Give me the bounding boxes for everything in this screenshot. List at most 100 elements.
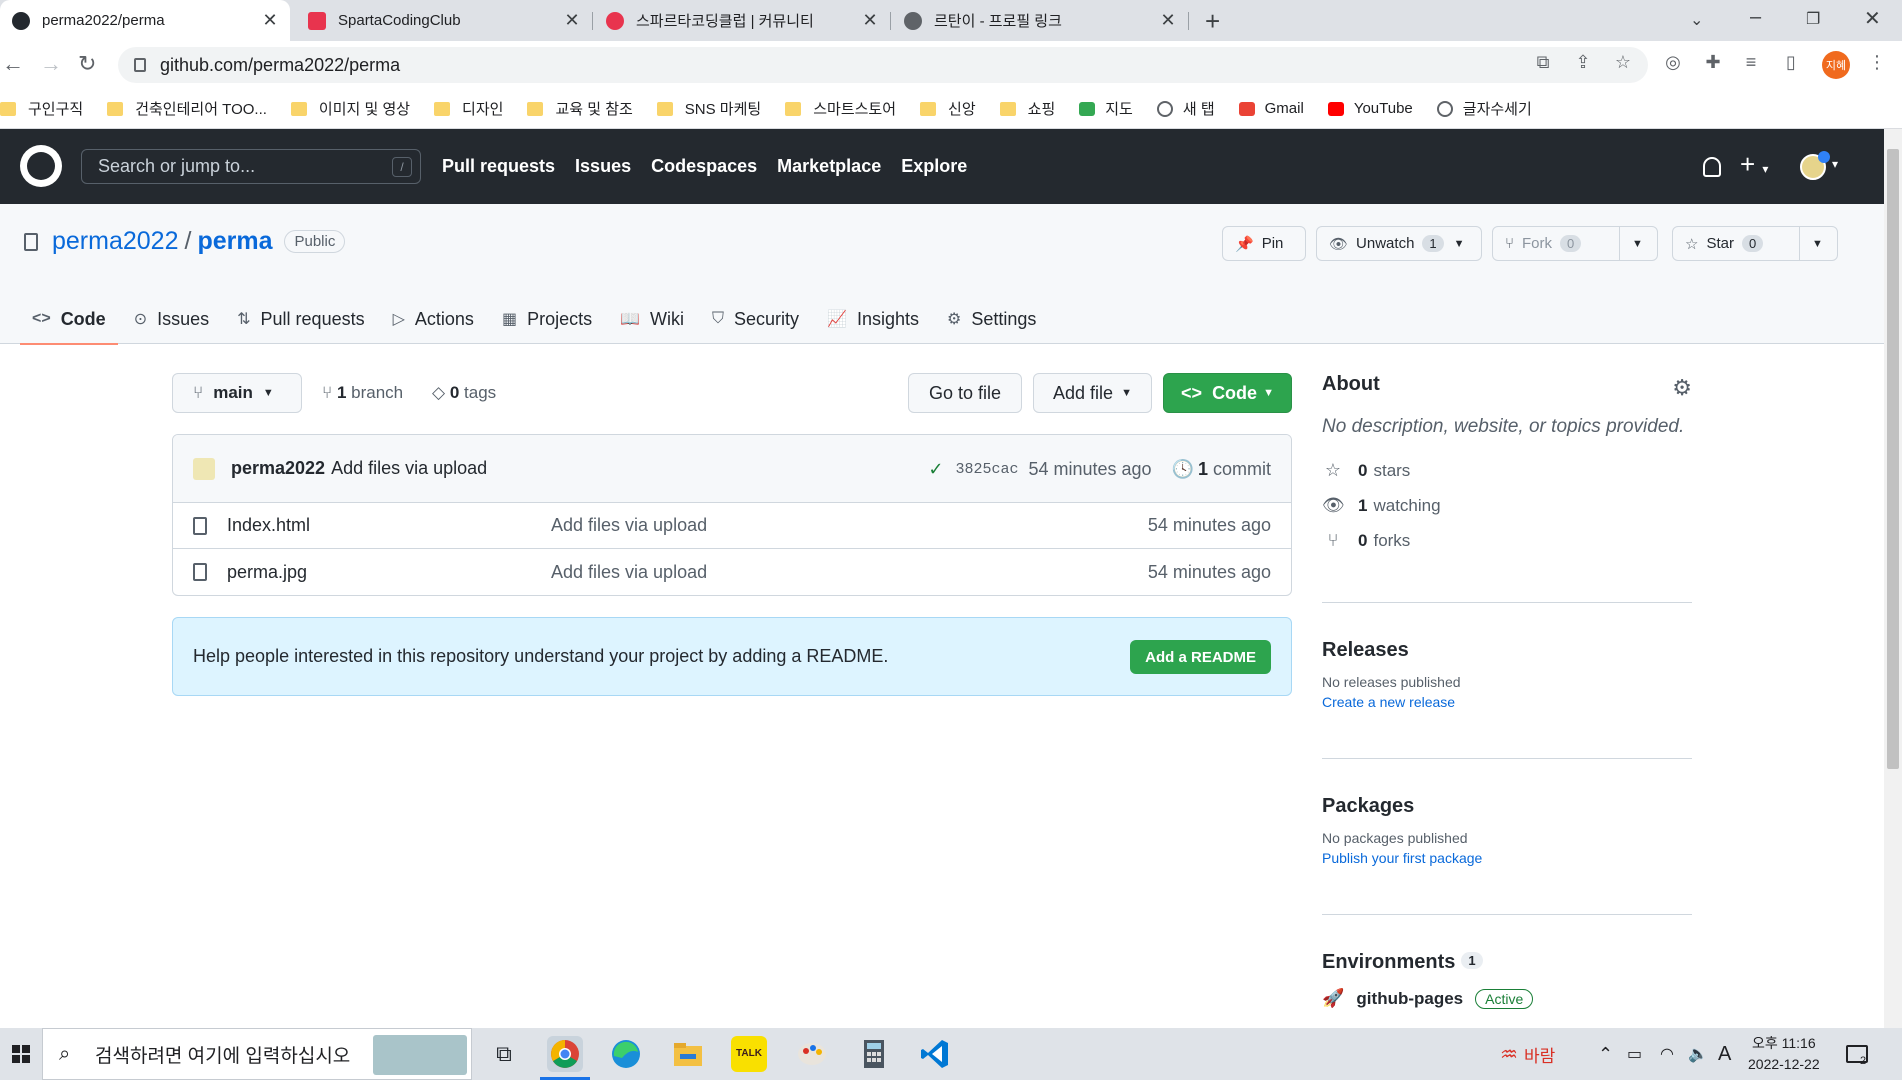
wifi-icon[interactable]: ◠ [1660,1028,1674,1080]
address-bar[interactable]: github.com/perma2022/perma [118,47,1648,83]
bookmark-item[interactable]: 글자수세기 [1436,98,1532,119]
window-close-icon[interactable]: ✕ [1864,6,1881,31]
forks-link[interactable]: ⑂ 0 forks [1322,530,1692,551]
notifications-bell-icon[interactable] [1703,157,1721,177]
branches-link[interactable]: ⑂ 1 branch [322,383,403,403]
add-file-button[interactable]: Add file ▼ [1033,373,1152,413]
commit-sha[interactable]: 3825cac [955,461,1018,478]
commit-message[interactable]: Add files via upload [331,458,487,479]
new-tab-icon[interactable]: + [1205,6,1220,37]
publish-package-link[interactable]: Publish your first package [1322,850,1482,866]
chrome-taskbar-icon[interactable] [547,1036,583,1072]
repo-name-link[interactable]: perma [197,227,272,256]
file-name-link[interactable]: Index.html [227,515,551,536]
browser-tab-github[interactable]: perma2022/perma ✕ [0,0,290,41]
bookmark-star-icon[interactable]: ☆ [1612,52,1634,74]
page-scrollbar[interactable] [1884,129,1902,1028]
file-commit-message[interactable]: Add files via upload [551,562,707,583]
fork-dropdown-caret-icon[interactable]: ▼ [1619,227,1655,260]
battery-icon[interactable]: ▭ [1627,1028,1642,1080]
fork-button[interactable]: ⑂ Fork 0 [1493,227,1619,260]
bookmark-item[interactable]: 교육 및 참조 [527,98,633,119]
clock[interactable]: 오후 11:16 2022-12-22 [1748,1033,1820,1075]
about-settings-gear-icon[interactable]: ⚙ [1672,375,1692,401]
tab-wiki[interactable]: 📖 Wiki [608,294,696,344]
file-commit-message[interactable]: Add files via upload [551,515,707,536]
go-to-file-button[interactable]: Go to file [908,373,1022,413]
avatar-caret-icon[interactable]: ▾ [1832,157,1838,171]
branch-selector[interactable]: ⑂ main ▼ [172,373,302,413]
close-tab-icon[interactable]: ✕ [262,10,278,31]
profile-avatar[interactable]: 지혜 [1822,51,1850,79]
tab-actions[interactable]: ▷ Actions [381,294,486,344]
create-new-plus-icon[interactable]: + ▾ [1740,149,1768,180]
restore-icon[interactable]: ❐ [1806,9,1820,29]
commit-author[interactable]: perma2022 [231,458,325,479]
watching-link[interactable]: 👁 1 watching [1322,495,1692,516]
close-tab-icon[interactable]: ✕ [564,10,580,31]
nav-pull-requests[interactable]: Pull requests [442,156,555,177]
share-icon[interactable]: ⇪ [1572,52,1594,74]
bookmark-item[interactable]: 구인구직 [0,98,83,119]
stars-link[interactable]: ☆ 0 stars [1322,460,1692,481]
nav-marketplace[interactable]: Marketplace [777,156,881,177]
commit-count[interactable]: 1 [1198,459,1208,480]
watch-button[interactable]: 👁 Unwatch 1 ▼ [1316,226,1482,261]
check-icon[interactable]: ✓ [928,459,943,480]
vscode-taskbar-icon[interactable] [917,1036,953,1072]
minimize-icon[interactable]: – [1750,6,1761,29]
windows-start-icon[interactable] [0,1028,42,1080]
weather-widget[interactable]: ♒ 바람 [1500,1028,1555,1080]
taskbar-search-input[interactable]: ⌕ 검색하려면 여기에 입력하십시오 [42,1028,472,1080]
star-button[interactable]: ☆ Star 0 [1673,227,1799,260]
lock-icon[interactable] [134,58,146,72]
bookmark-item[interactable]: Gmail [1238,100,1304,117]
tab-issues[interactable]: ⊙ Issues [122,294,221,344]
commit-count-word[interactable]: commit [1213,459,1271,480]
close-tab-icon[interactable]: ✕ [1160,10,1176,31]
nav-issues[interactable]: Issues [575,156,631,177]
github-logo-icon[interactable] [20,145,62,187]
forward-icon[interactable]: → [40,51,62,77]
volume-icon[interactable]: 🔈 [1688,1028,1708,1080]
tab-settings[interactable]: ⚙ Settings [935,294,1048,344]
tab-projects[interactable]: ▦ Projects [490,294,604,344]
nav-codespaces[interactable]: Codespaces [651,156,757,177]
file-explorer-taskbar-icon[interactable] [670,1036,706,1072]
releases-heading[interactable]: Releases [1322,639,1461,662]
bookmark-item[interactable]: YouTube [1327,100,1413,117]
reload-icon[interactable]: ↻ [78,51,96,77]
extension-compass-icon[interactable]: ◎ [1662,52,1684,74]
notification-center-icon[interactable]: 2 [1846,1028,1868,1080]
task-view-icon[interactable]: ⧉ [486,1036,522,1072]
tab-insights[interactable]: 📈 Insights [815,294,931,344]
tab-pull-requests[interactable]: ⇅ Pull requests [225,294,376,344]
code-dropdown-button[interactable]: <> Code ▼ [1163,373,1292,413]
edge-taskbar-icon[interactable] [608,1036,644,1072]
environment-name[interactable]: github-pages [1356,989,1463,1009]
media-queue-icon[interactable]: ≡ [1740,52,1762,74]
nav-explore[interactable]: Explore [901,156,967,177]
tags-link[interactable]: ◇ 0 tags [432,383,496,403]
back-icon[interactable]: ← [2,51,24,77]
repo-owner-link[interactable]: perma2022 [52,227,178,256]
bookmark-item[interactable]: 건축인테리어 TOO... [107,98,267,119]
search-input[interactable]: Search or jump to... / [81,149,421,184]
browser-tab-community[interactable]: 스파르타코딩클럽 | 커뮤니티 ✕ [594,0,890,41]
file-name-link[interactable]: perma.jpg [227,562,551,583]
extensions-puzzle-icon[interactable]: ✚ [1702,52,1724,74]
bookmark-item[interactable]: 새 탭 [1156,98,1215,119]
pin-button[interactable]: 📌 Pin [1222,226,1306,261]
bookmark-item[interactable]: 디자인 [434,98,503,119]
packages-heading[interactable]: Packages [1322,795,1482,818]
bookmark-item[interactable]: SNS 마케팅 [656,98,761,119]
environments-heading[interactable]: Environments 1 [1322,951,1692,974]
chrome-menu-icon[interactable]: ⋮ [1866,52,1888,74]
tab-code[interactable]: <> Code [20,294,118,345]
tab-search-icon[interactable]: ⌄ [1690,10,1703,30]
translate-icon[interactable]: ⧉ [1532,52,1554,74]
show-hidden-icons-chevron-icon[interactable]: ⌃ [1598,1028,1613,1080]
browser-tab-profile[interactable]: 르탄이 - 프로필 링크 ✕ [892,0,1188,41]
side-panel-icon[interactable]: ▯ [1780,52,1802,74]
star-dropdown-caret-icon[interactable]: ▼ [1799,227,1835,260]
